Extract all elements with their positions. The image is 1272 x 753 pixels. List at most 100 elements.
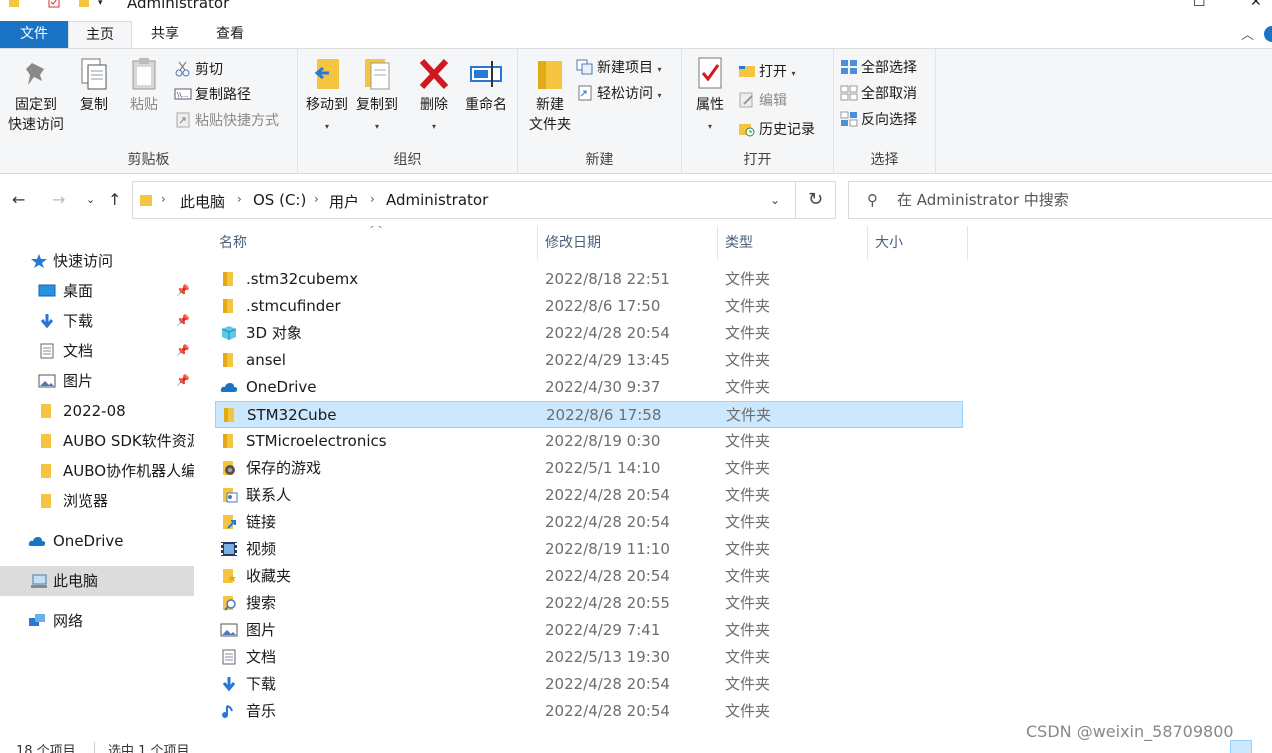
cut-button[interactable]: 剪切 (174, 59, 223, 81)
file-row[interactable]: 3D 对象 2022/4/28 20:54 文件夹 (215, 320, 963, 347)
nav-item-quick-access[interactable]: 快速访问 (0, 246, 194, 276)
nav-item-pictures[interactable]: 图片 📌 (0, 366, 194, 396)
easy-access-button[interactable]: 轻松访问 ▾ (576, 83, 661, 105)
breadcrumb-separator-icon[interactable]: › (370, 192, 375, 206)
file-date: 2022/5/1 14:10 (545, 459, 661, 477)
tab-view[interactable]: 查看 (200, 21, 260, 48)
file-row[interactable]: 视频 2022/8/19 11:10 文件夹 (215, 536, 963, 563)
move-to-button[interactable]: 移动到 ▾ (304, 55, 350, 137)
ribbon-tabs: 文件 主页 共享 查看 ︿ (0, 18, 1272, 48)
file-name: ansel (246, 351, 286, 369)
pin-icon[interactable]: 📌 (176, 366, 190, 396)
nav-item-desktop[interactable]: 桌面 📌 (0, 276, 194, 306)
column-header-type[interactable]: 类型 (717, 226, 868, 260)
history-button[interactable]: 历史记录 (738, 119, 815, 141)
delete-button[interactable]: 删除 ▾ (412, 55, 456, 137)
file-row[interactable]: 搜索 2022/4/28 20:55 文件夹 (215, 590, 963, 617)
nav-item-folder[interactable]: 浏览器 (0, 486, 194, 516)
cloud-icon (220, 383, 238, 392)
breadcrumb-separator-icon[interactable]: › (314, 192, 319, 206)
column-header-size[interactable]: 大小 (867, 226, 968, 260)
folder-icon[interactable] (78, 0, 90, 8)
nav-item-downloads[interactable]: 下载 📌 (0, 306, 194, 336)
breadcrumb-os-c[interactable]: OS (C:) (253, 191, 306, 209)
new-folder-button[interactable]: 新建 文件夹 (522, 55, 578, 135)
tab-share[interactable]: 共享 (135, 21, 195, 48)
nav-item-folder[interactable]: 2022-08 (0, 396, 194, 426)
pin-icon[interactable]: 📌 (176, 336, 190, 366)
forward-arrow-icon[interactable]: → (52, 190, 65, 209)
nav-item-folder[interactable]: AUBO SDK软件资源 (0, 426, 194, 456)
pin-icon[interactable]: 📌 (176, 306, 190, 336)
paste-button[interactable]: 粘贴 (122, 55, 166, 115)
refresh-icon[interactable]: ↻ (796, 181, 836, 219)
nav-item-folder[interactable]: AUBO协作机器人编 (0, 456, 194, 486)
file-row[interactable]: .stm32cubemx 2022/8/18 22:51 文件夹 (215, 266, 963, 293)
nav-item-onedrive[interactable]: OneDrive (0, 526, 194, 556)
tab-home[interactable]: 主页 (68, 21, 132, 48)
file-row[interactable]: 收藏夹 2022/4/28 20:54 文件夹 (215, 563, 963, 590)
file-row[interactable]: 图片 2022/4/29 7:41 文件夹 (215, 617, 963, 644)
close-button[interactable]: ✕ (1250, 0, 1262, 10)
address-dropdown-chevron-icon[interactable]: ⌄ (770, 193, 780, 207)
breadcrumb-administrator[interactable]: Administrator (386, 191, 488, 209)
copy-button[interactable]: 复制 (72, 55, 116, 115)
pin-to-quick-access-button[interactable]: 固定到 快速访问 (4, 55, 68, 135)
nav-item-this-pc[interactable]: 此电脑 (0, 566, 194, 596)
file-row[interactable]: 链接 2022/4/28 20:54 文件夹 (215, 509, 963, 536)
file-type: 文件夹 (725, 648, 771, 666)
paste-shortcut-button[interactable]: 粘贴快捷方式 (174, 110, 279, 132)
nav-item-label: 此电脑 (53, 572, 99, 590)
copy-to-button[interactable]: 复制到 ▾ (354, 55, 400, 137)
file-row[interactable]: 文档 2022/5/13 19:30 文件夹 (215, 644, 963, 671)
video-icon (221, 542, 237, 556)
checkbox-icon[interactable] (48, 0, 60, 8)
breadcrumb-separator-icon[interactable]: › (161, 192, 166, 206)
file-row[interactable]: STM32Cube 2022/8/6 17:58 文件夹 (215, 401, 963, 428)
file-row[interactable]: 保存的游戏 2022/5/1 14:10 文件夹 (215, 455, 963, 482)
address-bar[interactable]: › 此电脑 › OS (C:) › 用户 › Administrator (132, 181, 796, 219)
paste-label: 粘贴 (130, 97, 158, 113)
breadcrumb-separator-icon[interactable]: › (237, 192, 242, 206)
breadcrumb-users[interactable]: 用户 (329, 191, 359, 212)
search-input[interactable] (897, 190, 1257, 210)
new-item-button[interactable]: 新建项目 ▾ (576, 57, 661, 79)
file-row[interactable]: ansel 2022/4/29 13:45 文件夹 (215, 347, 963, 374)
quick-access-dropdown[interactable]: ▾ (98, 0, 103, 8)
open-button[interactable]: 打开 ▾ (738, 61, 795, 83)
properties-button[interactable]: 属性 ▾ (688, 55, 732, 137)
search-box[interactable]: ⚲ (848, 181, 1272, 219)
file-row[interactable]: 联系人 2022/4/28 20:54 文件夹 (215, 482, 963, 509)
file-row[interactable]: STMicroelectronics 2022/8/19 0:30 文件夹 (215, 428, 963, 455)
invert-selection-button[interactable]: 反向选择 (840, 109, 917, 131)
nav-item-documents[interactable]: 文档 📌 (0, 336, 194, 366)
select-all-button[interactable]: 全部选择 (840, 57, 917, 79)
search-icon: ⚲ (867, 191, 878, 209)
pin-icon[interactable]: 📌 (176, 276, 190, 306)
back-arrow-icon[interactable]: ← (12, 190, 25, 209)
details-view-icon[interactable] (1230, 740, 1252, 753)
file-row[interactable]: 下载 2022/4/28 20:54 文件夹 (215, 671, 963, 698)
up-arrow-icon[interactable]: ↑ (108, 190, 121, 209)
recent-locations-chevron-icon[interactable]: ⌄ (86, 193, 95, 206)
rename-button[interactable]: 重命名 (460, 55, 512, 115)
maximize-button[interactable]: ☐ (1193, 0, 1206, 10)
file-name: 视频 (246, 540, 277, 558)
delete-label: 删除 (420, 97, 448, 113)
file-row[interactable]: OneDrive 2022/4/30 9:37 文件夹 (215, 374, 963, 401)
nav-item-network[interactable]: 网络 (0, 606, 194, 636)
file-type: 文件夹 (725, 702, 771, 720)
file-row[interactable]: 音乐 2022/4/28 20:54 文件夹 (215, 698, 963, 725)
breadcrumb-this-pc[interactable]: 此电脑 (180, 191, 225, 212)
file-row[interactable]: .stmcufinder 2022/8/6 17:50 文件夹 (215, 293, 963, 320)
item-count: 18 个项目 (16, 744, 76, 753)
edit-button[interactable]: 编辑 (738, 90, 787, 112)
select-none-button[interactable]: 全部取消 (840, 83, 917, 105)
rename-label: 重命名 (465, 97, 507, 113)
column-header-name[interactable]: 名称 (211, 226, 538, 260)
collapse-ribbon-icon[interactable]: ︿ (1241, 24, 1254, 43)
tab-file[interactable]: 文件 (0, 21, 68, 48)
copy-path-button[interactable]: \\... 复制路径 (174, 84, 251, 106)
help-icon[interactable] (1264, 26, 1272, 42)
column-header-date[interactable]: 修改日期 (537, 226, 718, 260)
